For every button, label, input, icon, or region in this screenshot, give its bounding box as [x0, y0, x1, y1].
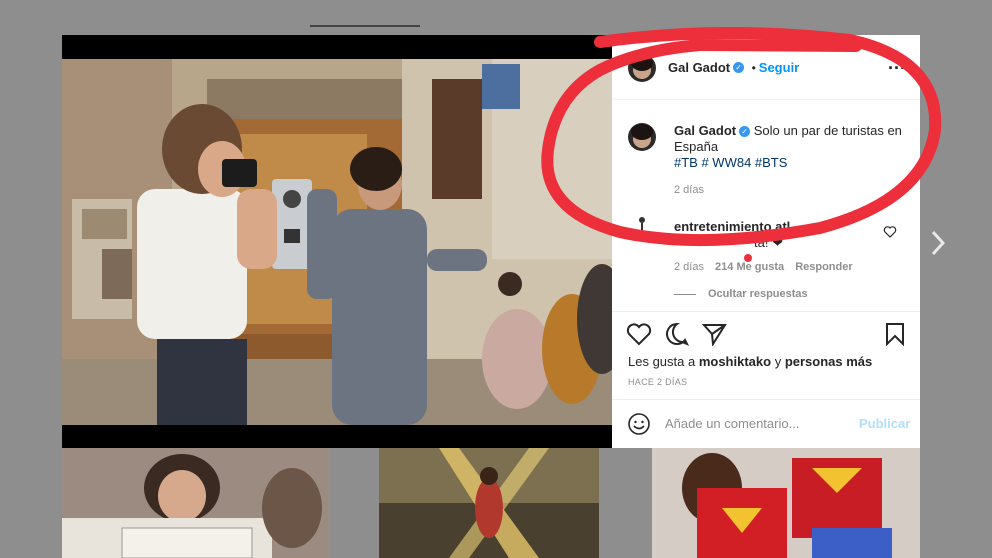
- profile-grid: [62, 448, 920, 558]
- post-header: Gal Gadot ✓ • Seguir ...: [612, 35, 920, 100]
- grid-thumb-2[interactable]: [379, 448, 599, 558]
- caption-time: 2 días: [674, 184, 704, 196]
- verified-icon: ✓: [739, 126, 751, 138]
- share-icon[interactable]: [702, 322, 728, 346]
- chevron-right-icon[interactable]: [928, 228, 948, 258]
- post-timestamp: HACE 2 DÍAS: [628, 377, 688, 387]
- publish-button[interactable]: Publicar: [859, 416, 910, 431]
- likes-summary: Les gusta a moshiktako y personas más: [628, 354, 872, 370]
- comment-form: Añade un comentario... Publicar: [612, 399, 920, 449]
- comment-block: entretenimiento atl ta! ❤ 2 días 214 Me …: [674, 219, 884, 300]
- grid-thumb-3[interactable]: [652, 448, 920, 558]
- hide-replies-button[interactable]: Ocultar respuestas: [674, 288, 884, 300]
- heart-icon[interactable]: [626, 322, 652, 346]
- reply-button[interactable]: Responder: [795, 261, 852, 273]
- post-modal: Gal Gadot ✓ • Seguir ... Gal Gadot ✓ Solo u…: [62, 35, 920, 448]
- header-separator: •: [751, 61, 756, 75]
- caption-username[interactable]: Gal Gadot: [674, 123, 736, 138]
- post-photo[interactable]: [62, 59, 612, 425]
- comment-username[interactable]: entretenimiento atl: [674, 219, 790, 234]
- top-divider: [310, 25, 420, 27]
- likes-prefix: Les gusta a: [628, 354, 699, 369]
- comment-time: 2 días: [674, 261, 704, 273]
- caption-block: Gal Gadot ✓ Solo un par de turistas en Es…: [674, 123, 909, 196]
- likes-mid: y: [771, 354, 785, 369]
- grid-thumb-1-image: [62, 448, 330, 558]
- comment-text: ta! ❤: [754, 235, 783, 250]
- comment-icon[interactable]: [664, 322, 690, 346]
- author-avatar[interactable]: [628, 54, 656, 82]
- more-icon[interactable]: ...: [888, 53, 906, 74]
- post-side-panel: Gal Gadot ✓ • Seguir ... Gal Gadot ✓ Solo u…: [612, 35, 920, 448]
- verified-icon: ✓: [733, 62, 745, 74]
- bookmark-icon[interactable]: [884, 322, 906, 346]
- hide-replies-line: [674, 293, 696, 295]
- comment-input[interactable]: Añade un comentario...: [665, 416, 799, 431]
- hide-replies-label: Ocultar respuestas: [708, 288, 808, 300]
- caption-avatar[interactable]: [628, 123, 656, 151]
- emoji-icon[interactable]: [627, 412, 651, 436]
- follow-button[interactable]: Seguir: [759, 60, 799, 75]
- likes-user[interactable]: moshiktako: [699, 354, 771, 369]
- post-photo-image: [62, 59, 612, 425]
- likes-others[interactable]: personas más: [785, 354, 872, 369]
- caption-hashtags[interactable]: #TB # WW84 #BTS: [674, 155, 909, 170]
- heart-icon[interactable]: [883, 225, 897, 239]
- comment-likes[interactable]: 214 Me gusta: [715, 261, 784, 273]
- comment-avatar[interactable]: [632, 215, 652, 235]
- grid-thumb-3-image: [652, 448, 920, 558]
- grid-thumb-2-image: [379, 448, 599, 558]
- grid-thumb-1[interactable]: [62, 448, 330, 558]
- author-username[interactable]: Gal Gadot: [668, 60, 730, 75]
